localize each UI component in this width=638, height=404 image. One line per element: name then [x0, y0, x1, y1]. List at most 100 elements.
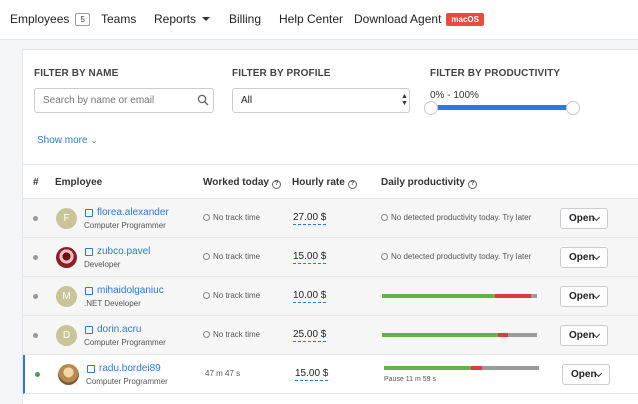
table-row[interactable]: D dorin.acru Computer Programmer No trac…	[23, 316, 638, 355]
hourly-rate[interactable]: 27.00 $	[293, 212, 327, 225]
nav-billing[interactable]: Billing	[229, 12, 261, 26]
productivity-status: No detected productivity today. Try late…	[381, 252, 531, 261]
macos-badge: macOS	[446, 13, 484, 26]
employee-role: Computer Programmer	[84, 221, 166, 230]
search-icon	[197, 94, 209, 106]
col-daily-productivity: Daily productivity?	[381, 177, 477, 189]
filter-name-label: FILTER BY NAME	[34, 68, 119, 79]
nav-download-label: Download Agent	[354, 12, 442, 26]
open-button-label: Open	[569, 252, 595, 263]
clock-icon	[203, 253, 210, 260]
worked-today-value: No track time	[213, 291, 261, 300]
open-button-label: Open	[569, 213, 595, 224]
col-rate-label: Hourly rate	[292, 177, 345, 188]
worked-today: No track time	[203, 330, 260, 339]
filter-profile-label: FILTER BY PROFILE	[232, 68, 331, 79]
nav-help-center[interactable]: Help Center	[279, 12, 343, 26]
external-link-icon[interactable]	[85, 248, 93, 256]
col-hourly-rate: Hourly rate?	[292, 177, 357, 189]
avatar: F	[56, 208, 77, 229]
col-worked-label: Worked today	[203, 177, 269, 188]
open-button[interactable]: Open	[560, 247, 608, 268]
open-button[interactable]: Open	[562, 364, 610, 385]
productivity-bar	[382, 294, 537, 298]
employee-name-link[interactable]: dorin.acru	[97, 324, 141, 335]
nav-teams[interactable]: Teams	[101, 12, 136, 26]
open-button-label: Open	[569, 291, 595, 302]
clock-icon	[203, 331, 210, 338]
productivity-slider-track[interactable]	[436, 105, 572, 110]
worked-today: No track time	[203, 252, 260, 261]
worked-today: No track time	[203, 213, 260, 222]
help-icon[interactable]: ?	[347, 180, 357, 189]
hourly-rate[interactable]: 15.00 $	[293, 251, 327, 264]
employee-name-link[interactable]: zubco.pavel	[97, 246, 150, 257]
nav-employees-label: Employees	[10, 12, 70, 26]
nav-employees[interactable]: Employees 5	[10, 12, 90, 26]
status-dot	[33, 294, 38, 299]
nav-reports[interactable]: Reports	[154, 12, 211, 26]
employee-role: .NET Developer	[84, 299, 141, 308]
productivity-status-text: No detected productivity today. Try late…	[391, 213, 532, 222]
employee-role: Computer Programmer	[84, 338, 166, 347]
productivity-slider-min-handle[interactable]	[424, 101, 438, 115]
neutral-segment	[530, 294, 537, 298]
worked-today-value: 47 m 47 s	[205, 369, 241, 378]
nav-reports-label: Reports	[154, 12, 197, 26]
col-employee: Employee	[55, 177, 103, 188]
employees-count-badge: 5	[75, 13, 90, 26]
table-row[interactable]: radu.bordei89 Computer Programmer 47 m 4…	[23, 355, 638, 394]
open-button[interactable]: Open	[560, 325, 608, 346]
open-button-label: Open	[571, 369, 597, 380]
productivity-bar	[382, 333, 537, 337]
productive-segment	[382, 294, 496, 298]
table-row[interactable]: M mihaidolganiuc .NET Developer No track…	[23, 277, 638, 316]
employee-name-link[interactable]: radu.bordei89	[99, 363, 161, 374]
open-button[interactable]: Open	[560, 286, 608, 307]
productivity-slider-max-handle[interactable]	[566, 101, 580, 115]
employee-name-link[interactable]: florea.alexander	[97, 207, 169, 218]
worked-today: No track time	[203, 291, 260, 300]
pause-duration: Pause 11 m 59 s	[384, 376, 437, 383]
external-link-icon[interactable]	[85, 326, 93, 334]
productivity-bar	[384, 366, 539, 370]
col-index: #	[33, 177, 39, 188]
filter-productivity-label: FILTER BY PRODUCTIVITY	[430, 68, 561, 79]
clock-icon	[381, 253, 388, 260]
help-icon[interactable]: ?	[271, 180, 281, 189]
open-button-label: Open	[569, 330, 595, 341]
search-input[interactable]	[34, 88, 214, 113]
select-arrows-icon: ▲ ▼	[401, 93, 408, 107]
neutral-segment	[481, 366, 539, 370]
employees-panel: FILTER BY NAME FILTER BY PROFILE All ▲▼ …	[22, 49, 638, 404]
col-worked-today: Worked today?	[203, 177, 281, 189]
show-more-link[interactable]: Show more ⌄	[37, 135, 97, 146]
productivity-status-text: No detected productivity today. Try late…	[391, 252, 532, 261]
status-dot-online	[35, 372, 40, 377]
productive-segment	[384, 366, 471, 370]
table-row[interactable]: zubco.pavel Developer No track time 15.0…	[23, 238, 638, 277]
productive-segment	[382, 333, 499, 337]
help-icon[interactable]: ?	[467, 180, 477, 189]
clock-icon	[203, 214, 210, 221]
external-link-icon[interactable]	[87, 365, 95, 373]
external-link-icon[interactable]	[85, 287, 93, 295]
avatar	[56, 247, 77, 268]
table-row[interactable]: F florea.alexander Computer Programmer N…	[23, 199, 638, 238]
chevron-down-icon	[202, 17, 211, 21]
unproductive-segment	[495, 294, 531, 298]
employee-name-link[interactable]: mihaidolganiuc	[97, 285, 164, 296]
open-button[interactable]: Open	[560, 208, 608, 229]
hourly-rate[interactable]: 15.00 $	[295, 368, 329, 381]
unproductive-segment	[498, 333, 508, 337]
worked-today-value: No track time	[213, 213, 261, 222]
nav-download-agent[interactable]: Download Agent macOS	[354, 12, 484, 26]
status-dot	[33, 216, 38, 221]
profile-select[interactable]: All	[232, 88, 410, 113]
hourly-rate[interactable]: 10.00 $	[293, 290, 327, 303]
hourly-rate[interactable]: 25.00 $	[293, 329, 327, 342]
neutral-segment	[507, 333, 537, 337]
external-link-icon[interactable]	[85, 209, 93, 217]
avatar: D	[56, 325, 77, 346]
worked-today-value: No track time	[213, 330, 261, 339]
